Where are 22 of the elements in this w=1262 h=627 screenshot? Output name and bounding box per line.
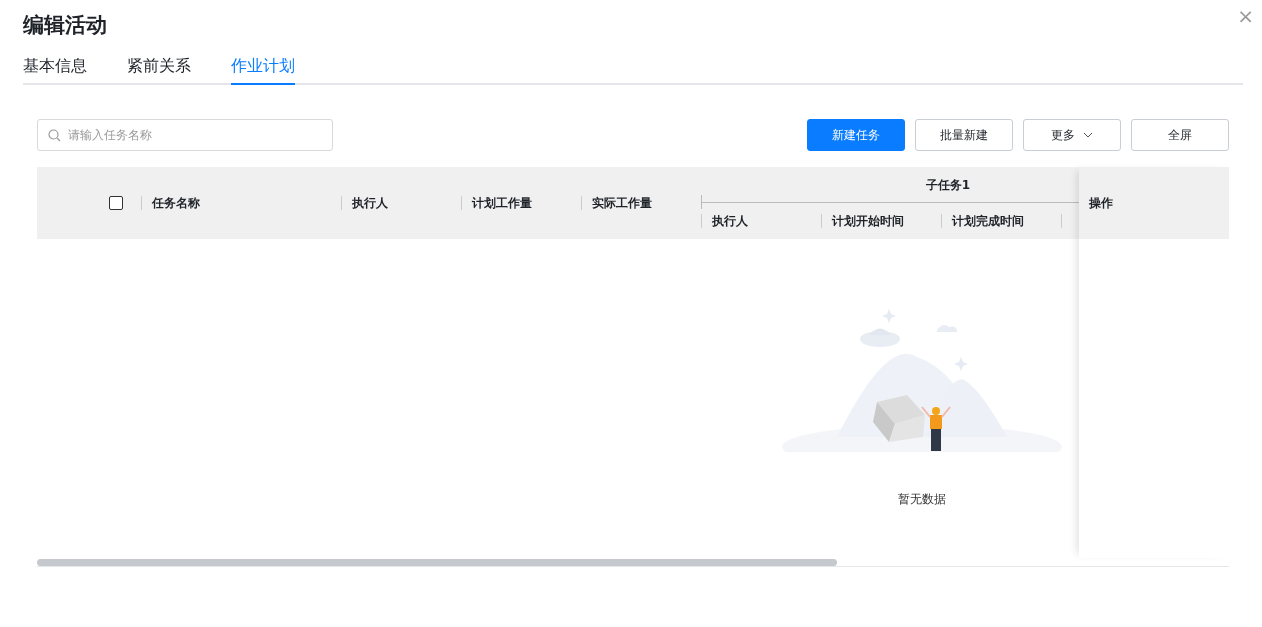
- empty-message: 暂无数据: [898, 491, 946, 508]
- tab[interactable]: 作业计划: [231, 54, 295, 85]
- button[interactable]: 全屏: [1131, 119, 1229, 151]
- column-header: 计划工作量: [472, 195, 532, 212]
- column-header: 计划开始时间: [832, 213, 904, 230]
- column-header: 实际工作量: [592, 195, 652, 212]
- dropdown-button[interactable]: 更多: [1023, 119, 1121, 151]
- tab[interactable]: 紧前关系: [127, 54, 191, 85]
- checkbox[interactable]: [109, 196, 123, 210]
- button[interactable]: 批量新建: [915, 119, 1013, 151]
- column-header: 操作: [1089, 195, 1113, 212]
- dialog-title: 编辑活动: [23, 12, 108, 39]
- group-header: 子任务1: [925, 176, 971, 194]
- column-header: 任务名称: [152, 195, 200, 212]
- column-header: 执行人: [352, 195, 388, 212]
- scrollbar[interactable]: [37, 559, 837, 566]
- column-header: 计划完成时间: [952, 213, 1024, 230]
- column-header: 执行人: [712, 213, 748, 230]
- search-field[interactable]: 请输入任务名称: [37, 119, 333, 151]
- chevron-down-icon: [1083, 132, 1093, 138]
- tab[interactable]: 基本信息: [23, 54, 87, 85]
- button[interactable]: 新建任务: [807, 119, 905, 151]
